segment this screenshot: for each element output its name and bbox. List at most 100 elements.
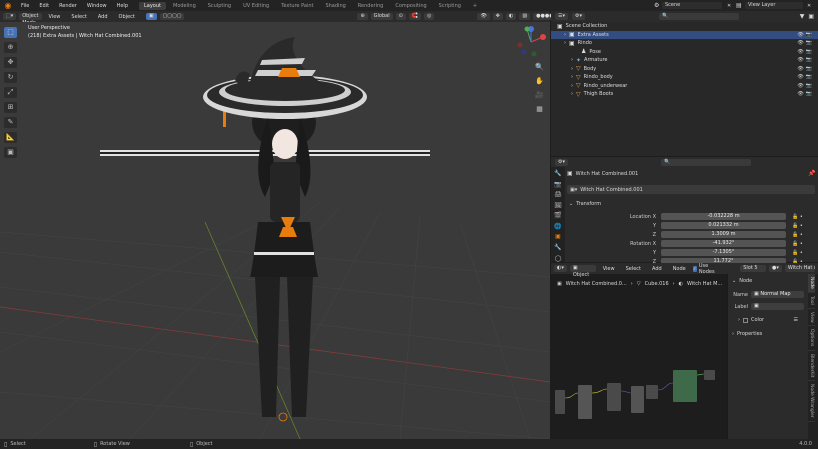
use-nodes-checkbox[interactable]: ✓ Use Nodes [692,263,717,275]
pan-hand-icon[interactable]: ✋ [534,76,545,86]
transform-field-value[interactable]: -7.1305° [661,249,786,256]
add-cube-tool-icon[interactable]: ▣ [4,147,17,158]
node-menu-node[interactable]: Node [669,266,690,272]
transform-tool-icon[interactable]: ⊞ [4,102,17,113]
output-tab-icon[interactable]: 🖨 [554,191,562,199]
node-menu-select[interactable]: Select [622,266,645,272]
select-tool-icon[interactable]: ⬚ [4,27,17,38]
tab-texture-paint[interactable]: Texture Paint [276,2,318,10]
menu-file[interactable]: File [16,3,34,9]
mode-dropdown[interactable]: Object Mode [19,13,42,26]
view-layer-selector[interactable]: View Layer [745,2,803,9]
sidebar-tab-options[interactable]: Options [808,326,815,351]
tab-shading[interactable]: Shading [320,2,350,10]
xray-toggle-icon[interactable]: ▨ [519,13,531,20]
snap-icon[interactable]: 🧲 [408,13,422,20]
outliner-row[interactable]: › ▽ Thigh Boots 👁📷 [551,90,818,99]
chevron-right-icon[interactable]: › [571,91,573,97]
cursor-tool-icon[interactable]: ⊕ [4,42,17,53]
new-collection-icon[interactable]: ▣ [808,13,814,20]
view-layer-tab-icon[interactable]: 🖼 [554,202,562,210]
lock-icon[interactable]: 🔓 • [792,232,803,238]
visibility-icons[interactable]: 👁📷 [797,32,814,38]
tab-uv-editing[interactable]: UV Editing [238,2,274,10]
physics-tab-icon[interactable]: ◯ [555,255,562,263]
transform-panel-header[interactable]: ⌄ Transform [569,201,601,207]
world-tab-icon[interactable]: 🌐 [554,223,561,231]
camera-icon[interactable]: 🎥 [534,90,545,100]
list-icon[interactable]: ☰ [794,317,798,323]
scene-selector[interactable]: Scene [662,2,722,9]
visibility-icons[interactable]: 👁📷 [797,66,814,72]
transform-orientation-dropdown[interactable]: Global [370,13,393,20]
editor-type-button[interactable]: ⬚▾ [3,13,17,20]
visibility-icon[interactable]: 👁 [477,13,490,20]
visibility-icons[interactable]: 👁📷 [797,83,814,89]
scene-collection-row[interactable]: ▣ Scene Collection [551,22,818,31]
chevron-right-icon[interactable]: › [564,32,566,38]
material-name-field[interactable]: Witch Hat Main [784,265,815,272]
transform-field-value[interactable]: 0.021332 m [661,222,786,229]
visibility-icons[interactable]: 👁📷 [797,40,814,46]
orientation-icon[interactable]: ⊕ [357,13,368,20]
gizmo-toggle-icon[interactable]: ✥ [492,13,503,20]
add-workspace-button[interactable]: + [468,2,482,10]
overlay-toggle-icon[interactable]: ◐ [506,13,517,20]
menu-render[interactable]: Render [54,3,82,9]
breadcrumb-material[interactable]: Witch Hat M... [687,281,722,287]
sidebar-tab-node[interactable]: Node [808,274,815,293]
node-color-row[interactable]: › Color ☰ [728,312,808,328]
select-box-mode-icon[interactable]: ▣ [145,13,157,20]
scene-tab-icon[interactable]: 🎬 [554,212,561,220]
tab-compositing[interactable]: Compositing [390,2,431,10]
data-block-field[interactable]: ▣▾ Witch Hat Combined.001 [567,185,815,194]
menu-window[interactable]: Window [82,3,112,9]
annotate-tool-icon[interactable]: ✎ [4,117,17,128]
tab-scripting[interactable]: Scripting [434,2,466,10]
node-panel-header[interactable]: ⌄ Node [728,274,808,288]
lock-icon[interactable]: 🔓 • [792,214,803,220]
properties-search-input[interactable]: 🔍 [661,158,751,166]
node-menu-view[interactable]: View [599,266,619,272]
sidebar-tab-view[interactable]: View [808,309,815,327]
menu-select[interactable]: Select [67,14,90,20]
scale-tool-icon[interactable]: ⤢ [4,87,17,98]
properties-editor-type-button[interactable]: ⚙▾ [555,158,568,166]
menu-help[interactable]: Help [112,3,133,9]
select-mode-icons[interactable]: ▢▢▢▢ [159,13,185,20]
transform-field-value[interactable]: -0.032228 m [661,213,786,220]
move-tool-icon[interactable]: ✥ [4,57,17,68]
pivot-icon[interactable]: ⊙ [395,13,406,20]
breadcrumb-object[interactable]: Witch Hat Combined.0... [566,281,627,287]
render-tab-icon[interactable]: 📷 [554,181,561,189]
node-editor-type-button[interactable]: ◐▾ [554,265,567,272]
tab-sculpting[interactable]: Sculpting [203,2,236,10]
sidebar-tab-blenderkit[interactable]: BlenderKit [808,351,815,381]
outliner-row[interactable]: › ▣ Rindo 👁📷 [551,39,818,48]
tab-modeling[interactable]: Modeling [168,2,201,10]
node-menu-add[interactable]: Add [648,266,666,272]
pin-icon[interactable]: 📌 [808,170,815,177]
outliner-row[interactable]: › ✦ Armature 👁📷 [551,56,818,65]
view-layer-delete-icon[interactable]: ✕ [807,3,811,9]
lock-icon[interactable]: 🔓 • [792,250,803,256]
zoom-icon[interactable]: 🔍 [534,62,545,72]
scene-delete-icon[interactable]: ✕ [727,3,731,9]
visibility-icons[interactable]: 👁📷 [797,74,814,80]
node-graph[interactable] [551,363,721,423]
measure-tool-icon[interactable]: 📐 [4,132,17,143]
slot-dropdown[interactable]: Slot 5 [740,265,767,272]
chevron-right-icon[interactable]: › [571,74,573,80]
chevron-right-icon[interactable]: › [571,66,573,72]
modifier-tab-icon[interactable]: 🔧 [554,244,561,252]
chevron-right-icon[interactable]: › [571,83,573,89]
node-name-field[interactable]: ▣ Normal Map [751,291,804,298]
blender-logo-icon[interactable]: ◉ [3,1,13,11]
node-label-field[interactable]: ▣ [751,303,804,310]
node-properties-header[interactable]: › Properties [728,328,808,340]
tab-rendering[interactable]: Rendering [353,2,389,10]
color-checkbox[interactable] [743,317,748,323]
outliner-row[interactable]: › ▽ Body 👁📷 [551,65,818,74]
sidebar-tab-tool[interactable]: Tool [808,293,815,309]
outliner-row[interactable]: ♟ Pose 👁📷 [551,48,818,57]
